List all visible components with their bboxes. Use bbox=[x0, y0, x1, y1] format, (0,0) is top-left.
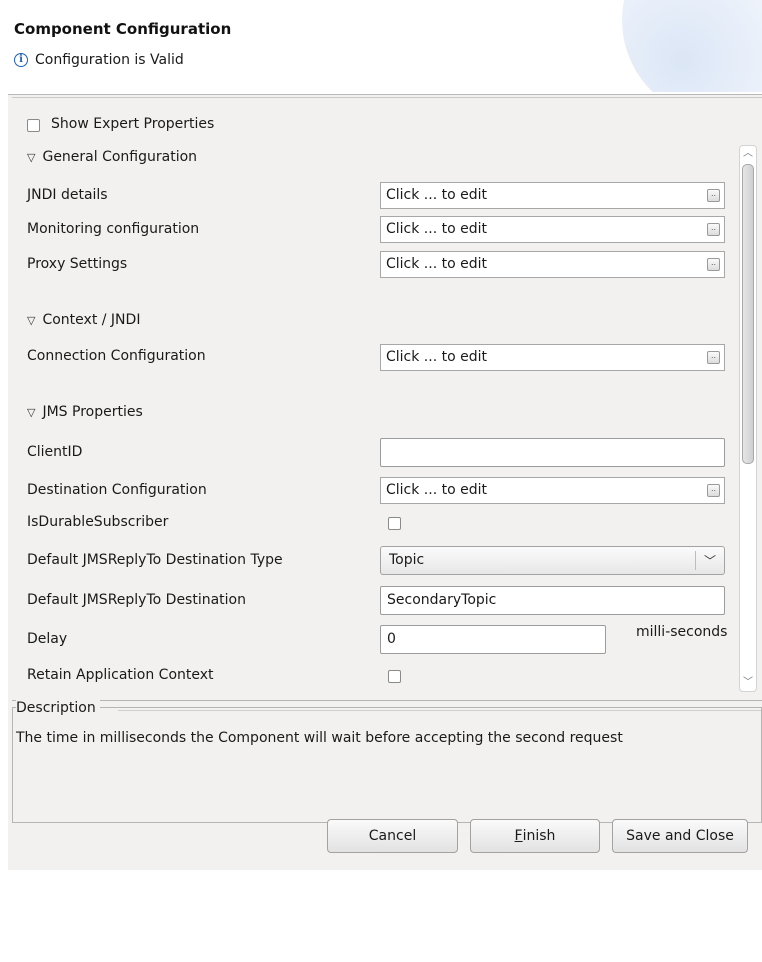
finish-label: inish bbox=[522, 828, 556, 844]
jndi-details-label: JNDI details bbox=[27, 187, 108, 203]
finish-mnemonic: F bbox=[514, 828, 523, 844]
durable-subscriber-checkbox[interactable] bbox=[388, 517, 401, 530]
description-group: Description The time in milliseconds the… bbox=[12, 700, 762, 823]
client-id-input[interactable] bbox=[380, 438, 725, 467]
delay-label: Delay bbox=[27, 631, 68, 647]
status-message-text: Configuration is Valid bbox=[35, 52, 184, 68]
scrollbar-thumb[interactable] bbox=[742, 164, 754, 464]
show-expert-checkbox[interactable] bbox=[27, 119, 40, 132]
show-expert-label: Show Expert Properties bbox=[51, 116, 215, 132]
retain-context-label: Retain Application Context bbox=[27, 667, 214, 683]
description-title: Description bbox=[16, 700, 100, 716]
scroll-up-icon[interactable]: ︿ bbox=[740, 146, 756, 162]
monitoring-value: Click ... to edit bbox=[386, 221, 487, 237]
durable-subscriber-label: IsDurableSubscriber bbox=[27, 514, 169, 530]
section-context-jndi[interactable]: ▽ Context / JNDI bbox=[27, 312, 140, 328]
edit-ellipsis-icon[interactable]: .. bbox=[707, 351, 720, 364]
destination-value: Click ... to edit bbox=[386, 482, 487, 498]
collapse-triangle-icon: ▽ bbox=[27, 150, 36, 164]
description-text: The time in milliseconds the Component w… bbox=[16, 730, 623, 746]
select-separator bbox=[695, 551, 696, 570]
reply-destination-label: Default JMSReplyTo Destination bbox=[27, 592, 246, 608]
destination-label: Destination Configuration bbox=[27, 482, 207, 498]
wizard-header: Component Configuration i Configuration … bbox=[0, 0, 762, 92]
reply-type-value: Topic bbox=[389, 552, 425, 568]
monitoring-label: Monitoring configuration bbox=[27, 221, 200, 237]
description-divider bbox=[118, 710, 761, 711]
edit-ellipsis-icon[interactable]: .. bbox=[707, 223, 720, 236]
jndi-details-value: Click ... to edit bbox=[386, 187, 487, 203]
connection-field[interactable]: Click ... to edit .. bbox=[380, 344, 725, 371]
reply-type-select[interactable]: Topic ﹀ bbox=[380, 546, 725, 575]
properties-form: Show Expert Properties ▽ General Configu… bbox=[12, 97, 762, 701]
connection-value: Click ... to edit bbox=[386, 349, 487, 365]
save-and-close-button[interactable]: Save and Close bbox=[612, 819, 748, 853]
scroll-down-icon[interactable]: ﹀ bbox=[740, 675, 756, 691]
section-title: Context / JNDI bbox=[42, 312, 141, 328]
finish-button[interactable]: Finish bbox=[470, 819, 600, 853]
section-jms-properties[interactable]: ▽ JMS Properties bbox=[27, 404, 143, 420]
retain-context-checkbox[interactable] bbox=[388, 670, 401, 683]
delay-input[interactable]: 0 bbox=[380, 625, 606, 654]
chevron-down-icon: ﹀ bbox=[703, 554, 716, 568]
connection-label: Connection Configuration bbox=[27, 348, 206, 364]
client-id-label: ClientID bbox=[27, 444, 83, 460]
edit-ellipsis-icon[interactable]: .. bbox=[707, 189, 720, 202]
monitoring-field[interactable]: Click ... to edit .. bbox=[380, 216, 725, 243]
section-title: JMS Properties bbox=[42, 404, 143, 420]
destination-field[interactable]: Click ... to edit .. bbox=[380, 477, 725, 504]
jndi-details-field[interactable]: Click ... to edit .. bbox=[380, 182, 725, 209]
vertical-scrollbar[interactable]: ︿ ﹀ bbox=[739, 145, 757, 692]
edit-ellipsis-icon[interactable]: .. bbox=[707, 258, 720, 271]
info-icon: i bbox=[14, 53, 28, 67]
header-decoration bbox=[622, 0, 762, 92]
proxy-field[interactable]: Click ... to edit .. bbox=[380, 251, 725, 278]
cancel-button[interactable]: Cancel bbox=[327, 819, 458, 853]
delay-unit-label: milli-seconds bbox=[636, 624, 728, 640]
reply-type-label: Default JMSReplyTo Destination Type bbox=[27, 552, 283, 568]
reply-destination-input[interactable]: SecondaryTopic bbox=[380, 586, 725, 615]
proxy-label: Proxy Settings bbox=[27, 256, 128, 272]
section-general-configuration[interactable]: ▽ General Configuration bbox=[27, 149, 197, 165]
status-message: i Configuration is Valid bbox=[14, 52, 184, 68]
collapse-triangle-icon: ▽ bbox=[27, 313, 36, 327]
edit-ellipsis-icon[interactable]: .. bbox=[707, 484, 720, 497]
collapse-triangle-icon: ▽ bbox=[27, 405, 36, 419]
proxy-value: Click ... to edit bbox=[386, 256, 487, 272]
config-panel: Show Expert Properties ▽ General Configu… bbox=[8, 94, 762, 870]
section-title: General Configuration bbox=[42, 149, 198, 165]
page-title: Component Configuration bbox=[14, 20, 232, 38]
